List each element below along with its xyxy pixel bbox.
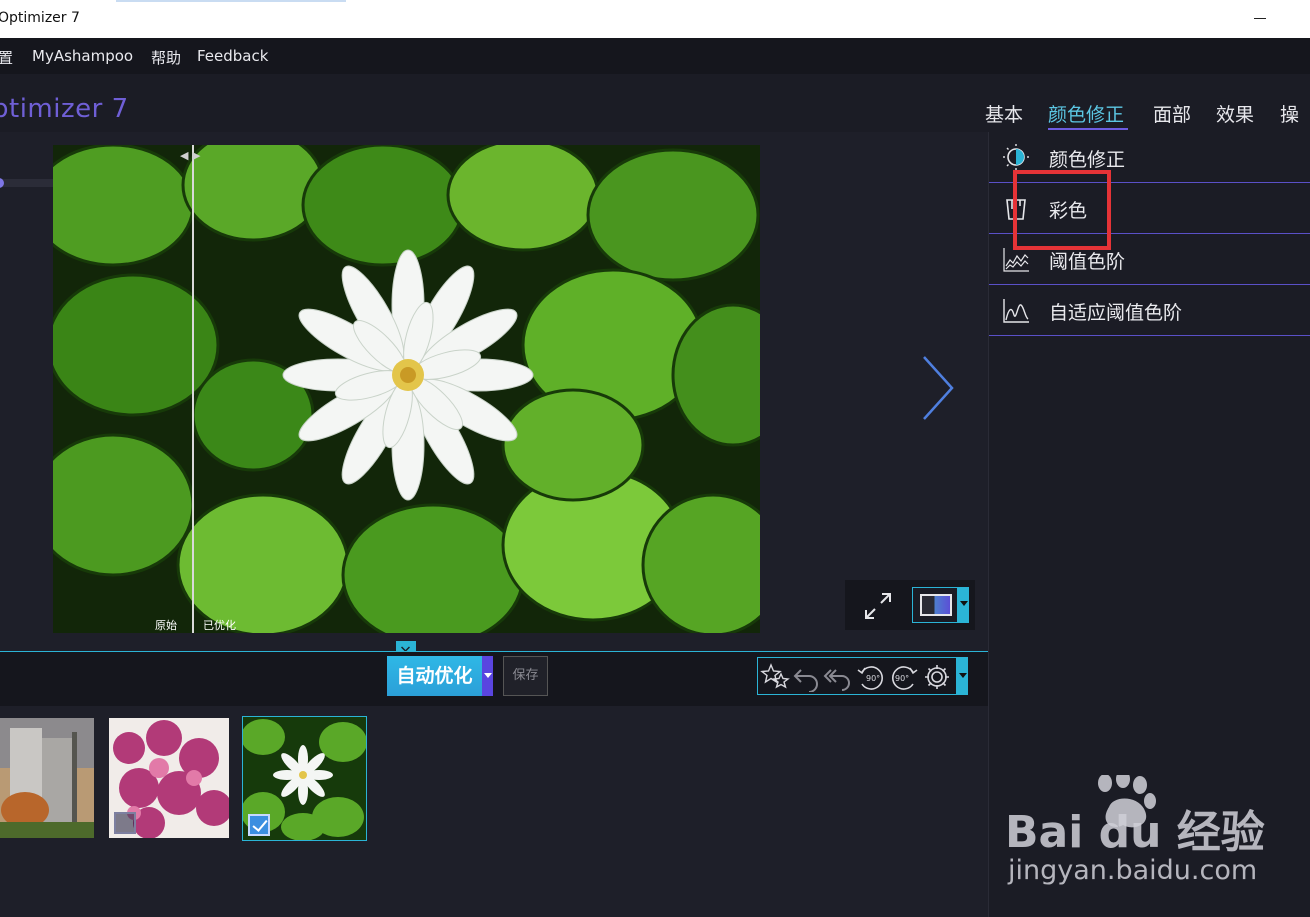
panel-item-adaptive-levels[interactable]: 自适应阈值色阶 [989, 285, 1310, 336]
menu-help[interactable]: 帮助 [151, 47, 181, 68]
watermark-brand: Bai du 经验 [1005, 807, 1265, 855]
menu-bar: 置 MyAshampoo 帮助 Feedback [0, 38, 1310, 74]
panel-item-label: 颜色修正 [1049, 149, 1126, 171]
water-lily-photo [53, 145, 760, 633]
original-label: 原始 [155, 619, 177, 632]
auto-optimize-dropdown[interactable] [482, 656, 493, 696]
menu-feedback[interactable]: Feedback [197, 47, 268, 65]
minimize-button[interactable] [1252, 10, 1268, 26]
app-title: ptimizer 7 [0, 94, 129, 124]
preview-image [53, 145, 760, 633]
watermark-url: jingyan.baidu.com [1008, 855, 1258, 886]
panel-item-label: 自适应阈值色阶 [1049, 302, 1183, 324]
app-header: ptimizer 7 基本 颜色修正 面部 效果 操作 [0, 74, 1310, 153]
favorite-stars-icon[interactable] [760, 662, 790, 692]
thumbnail-water-lily[interactable] [242, 716, 367, 841]
optimized-label: 已优化 [203, 619, 236, 632]
split-view-icon [920, 594, 952, 616]
split-handle-icon[interactable]: ◀ ▶ [180, 149, 200, 162]
menu-myashampoo[interactable]: MyAshampoo [32, 47, 133, 65]
save-button[interactable]: 保存 [503, 656, 548, 696]
tab-color-correction[interactable]: 颜色修正 [1048, 100, 1124, 127]
preview-area: + [0, 132, 988, 652]
contrast-icon [1003, 144, 1029, 170]
next-image-arrow[interactable] [918, 355, 958, 421]
menu-settings[interactable]: 置 [0, 47, 13, 68]
window-title: Optimizer 7 [0, 10, 80, 26]
tab-face[interactable]: 面部 [1153, 100, 1191, 127]
panel-item-label: 阈值色阶 [1049, 251, 1126, 273]
adaptive-levels-icon [1003, 297, 1029, 323]
auto-optimize-button[interactable]: 自动优化 [387, 656, 482, 696]
tab-basic[interactable]: 基本 [985, 100, 1023, 127]
thumbnail-blossoms[interactable] [109, 718, 229, 838]
rotate-right-icon[interactable]: 90° [889, 662, 919, 692]
rotate-left-label: 90° [866, 674, 880, 683]
edit-tools-group: 90° 90° [757, 657, 957, 695]
compare-view-button[interactable] [912, 587, 958, 623]
rotate-right-label: 90° [895, 674, 909, 683]
undo-icon[interactable] [791, 662, 821, 693]
active-tab-indicator [1048, 128, 1128, 130]
rotate-left-icon[interactable]: 90° [856, 662, 886, 692]
window-titlebar: Optimizer 7 [0, 0, 1310, 38]
thumbnail-city[interactable] [0, 718, 94, 838]
tab-effects[interactable]: 效果 [1216, 100, 1254, 127]
fullscreen-icon[interactable] [862, 590, 894, 622]
annotation-highlight-box [1013, 170, 1111, 250]
undo-all-icon[interactable] [822, 662, 852, 692]
thumbnail-checkbox-checked[interactable] [248, 814, 270, 836]
compare-view-dropdown[interactable] [958, 587, 969, 623]
thumbnail-checkbox[interactable] [114, 812, 136, 834]
settings-gear-icon[interactable] [922, 662, 952, 692]
tools-dropdown[interactable] [957, 657, 968, 695]
titlebar-accent-strip [116, 0, 346, 2]
comparison-split-line[interactable] [192, 145, 194, 633]
